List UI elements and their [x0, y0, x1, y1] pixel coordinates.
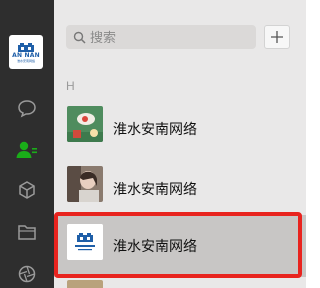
- contact-name: 淮水安南网络: [113, 181, 197, 197]
- search-icon: [72, 30, 86, 44]
- logo-icon: [18, 42, 34, 52]
- contacts-icon[interactable]: [15, 138, 39, 162]
- add-contact-button[interactable]: [264, 25, 290, 49]
- contact-list-item-selected[interactable]: 淮水安南网络: [54, 215, 306, 277]
- search-bar: [66, 25, 256, 49]
- section-header-letter: H: [66, 79, 75, 93]
- profile-avatar[interactable]: AN NAN 淮水安南网络: [9, 35, 43, 69]
- favorites-cube-icon[interactable]: [15, 178, 39, 202]
- moments-shutter-icon[interactable]: [15, 262, 39, 286]
- files-folder-icon[interactable]: [15, 220, 39, 244]
- logo-subtext: 淮水安南网络: [16, 58, 35, 63]
- contact-name: 淮水安南网络: [113, 121, 197, 137]
- contact-avatar: [67, 224, 103, 260]
- contact-list-item[interactable]: 淮水安南网络: [54, 157, 306, 219]
- contact-list-item[interactable]: 淮水安南网络: [54, 97, 306, 159]
- contact-list-pane: H 淮水安南网络: [54, 0, 306, 288]
- plus-icon: [271, 31, 283, 43]
- contact-name: 淮水安南网络: [113, 238, 197, 254]
- search-input[interactable]: [90, 29, 240, 45]
- chat-icon[interactable]: [15, 96, 39, 120]
- navigation-rail: AN NAN 淮水安南网络: [0, 0, 54, 288]
- contact-avatar: [67, 166, 103, 202]
- wechat-window: AN NAN 淮水安南网络 搜索 H 淮水安南网络 淮水安南网络 淮水安南网络: [0, 0, 306, 288]
- contact-avatar-partial: [67, 280, 103, 288]
- contact-avatar: [67, 106, 103, 142]
